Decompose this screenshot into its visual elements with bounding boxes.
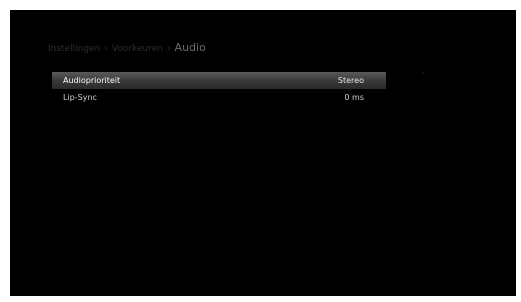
menu-item-label: Audioprioriteit bbox=[63, 76, 121, 85]
breadcrumb-separator: › bbox=[166, 44, 171, 54]
tv-screen: Instellingen › Voorkeuren › Audio Audiop… bbox=[10, 10, 516, 296]
page-title: Audio bbox=[174, 41, 206, 54]
menu-item-value: 0 ms bbox=[344, 93, 364, 102]
breadcrumb: Instellingen › Voorkeuren › Audio bbox=[48, 41, 206, 59]
breadcrumb-level1[interactable]: Instellingen bbox=[48, 44, 100, 54]
menu-item-value: Stereo bbox=[337, 76, 364, 85]
menu-item-lip-sync[interactable]: Lip-Sync 0 ms bbox=[52, 89, 386, 106]
breadcrumb-level2[interactable]: Voorkeuren bbox=[112, 44, 163, 54]
menu-item-label: Lip-Sync bbox=[63, 93, 97, 102]
faint-marker bbox=[422, 72, 424, 74]
breadcrumb-separator: › bbox=[104, 44, 108, 54]
settings-menu: Audioprioriteit Stereo Lip-Sync 0 ms bbox=[52, 72, 386, 106]
menu-item-audioprioriteit[interactable]: Audioprioriteit Stereo bbox=[52, 72, 386, 89]
